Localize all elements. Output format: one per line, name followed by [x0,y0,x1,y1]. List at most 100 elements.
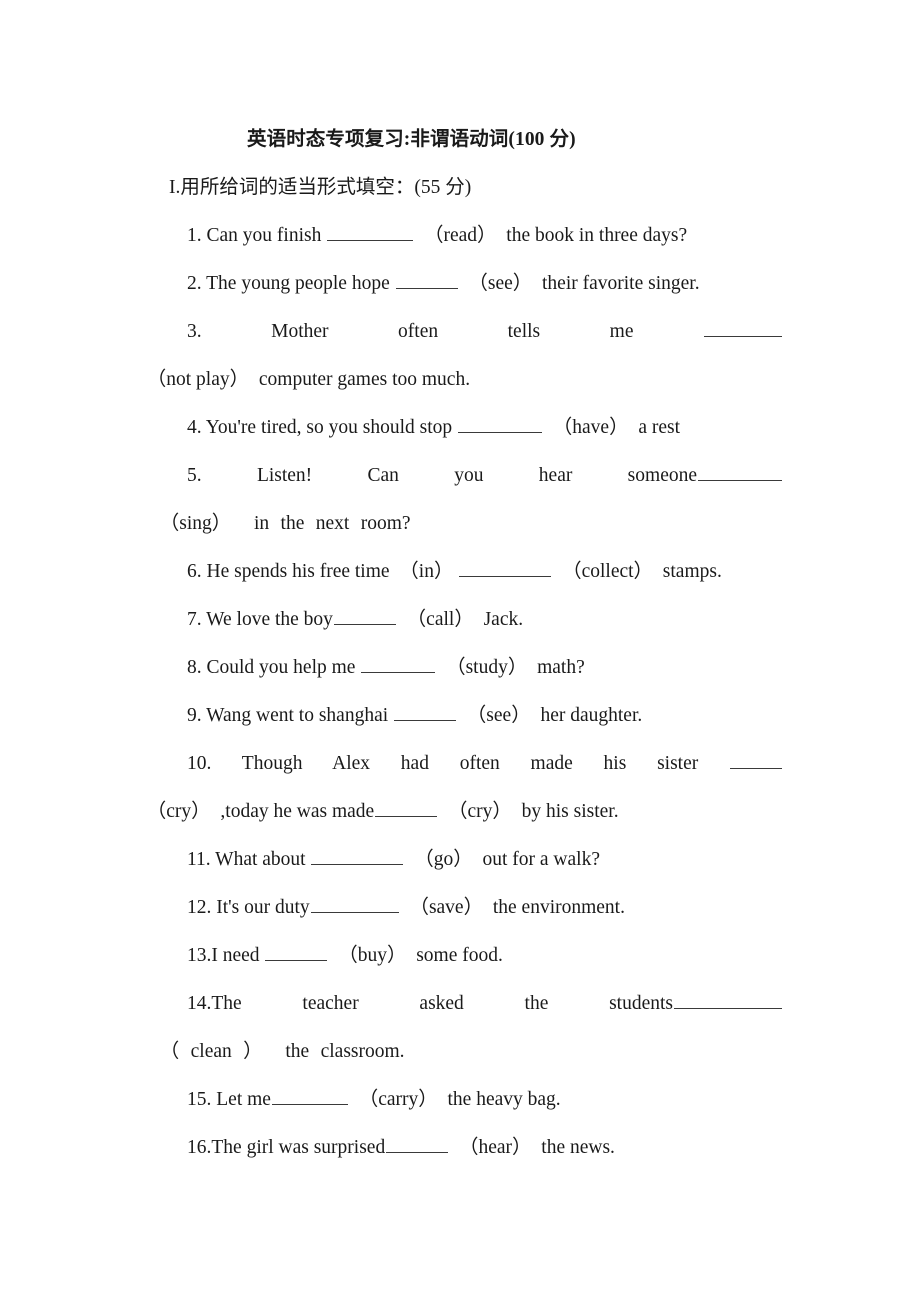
answer-blank[interactable] [704,318,782,337]
exercise-text-after-blank: a rest [628,417,681,438]
verb-cue: （buy） [338,945,407,966]
exercise-number: 8. [187,657,202,678]
exercise-number: 3. [187,321,202,342]
exercise-text-before-blank: Listen! Can you hear someone [201,465,697,486]
verb-cue: （call） [406,609,474,630]
verb-cue: （read） [423,225,497,246]
exercise-number: 13. [187,945,212,966]
exercise-item: 10. Though Alex had often made his siste… [137,740,783,836]
exercise-text-after-blank: out for a walk? [472,849,601,870]
verb-cue: （go） [414,849,473,870]
exercise-text-after-blank: ,today he was made [210,801,375,822]
verb-cue: （sing） [159,513,232,534]
exercise-item: 5. Listen! Can you hear someone （sing） i… [137,452,783,548]
exercise-item: 14.The teacher asked the students （ clea… [137,980,783,1076]
exercise-text-before-blank: The teacher asked the students [211,993,673,1014]
exercise-item: 2. The young people hope （see） their fav… [137,260,783,308]
exercise-number: 1. [187,225,202,246]
exercise-text-after-blank: her daughter. [530,705,643,726]
exercise-text-after-blank: computer games too much. [249,369,471,390]
verb-cue: （have） [552,417,629,438]
exercise-item: 8. Could you help me （study） math? [137,644,783,692]
answer-blank[interactable] [394,702,457,721]
verb-cue: （see） [468,273,533,294]
exercise-number: 14. [187,993,212,1014]
exercise-text-before-blank: Though Alex had often made his sister [211,753,729,774]
exercise-item: 16.The girl was surprised （hear） the new… [137,1124,783,1172]
exercise-text-after-blank: stamps. [653,561,722,582]
answer-blank[interactable] [458,414,543,433]
exercise-text-before-blank: We love the boy [201,609,333,630]
exercise-item: 15. Let me （carry） the heavy bag. [137,1076,783,1124]
verb-cue: （not play） [146,369,250,390]
answer-blank[interactable] [310,894,399,913]
verb-cue: （cry） [146,801,211,822]
answer-blank[interactable] [361,654,436,673]
exercise-text-after-blank: their favorite singer. [532,273,700,294]
exercise-text-before-blank: The young people hope [201,273,395,294]
exercise-text-before-blank: Could you help me [201,657,361,678]
answer-blank[interactable] [265,942,328,961]
exercise-text-after-blank: the environment. [483,897,625,918]
exercise-item: 1. Can you finish （read） the book in thr… [137,212,783,260]
verb-cue: （see） [466,705,531,726]
answer-blank-secondary[interactable] [375,798,438,817]
answer-blank[interactable] [327,222,414,241]
exercise-item: 6. He spends his free time （in） （collect… [137,548,783,596]
exercise-text-after-blank: Jack. [473,609,524,630]
verb-cue: （hear） [458,1137,532,1158]
exercise-text-after-blank: the news. [531,1137,615,1158]
answer-blank[interactable] [333,606,396,625]
exercise-number: 10. [187,753,212,774]
answer-blank[interactable] [395,270,458,289]
answer-blank[interactable] [730,750,782,769]
exercise-text-before-blank: It's our duty [211,897,310,918]
exercise-item: 11. What about （go） out for a walk? [137,836,783,884]
exercise-number: 6. [187,561,202,582]
exercise-item: 13.I need （buy） some food. [137,932,783,980]
section-heading: I.用所给词的适当形式填空：(55 分) [169,177,472,198]
exercise-text-after-blank: the book in three days? [496,225,688,246]
exercise-text-before-blank: I need [211,945,265,966]
exercise-text-before-blank: The girl was surprised [211,1137,386,1158]
exercise-number: 4. [187,417,202,438]
verb-cue: （collect） [562,561,654,582]
exercise-item: 9. Wang went to shanghai （see） her daugh… [137,692,783,740]
exercise-list: 1. Can you finish （read） the book in thr… [137,212,783,1172]
exercise-text-after-blank: the classroom. [262,1041,405,1062]
answer-blank[interactable] [311,846,404,865]
answer-blank[interactable] [271,1086,348,1105]
exercise-text-before-blank: What about [210,849,311,870]
exercise-item: 3. Mother often tells me （not play） comp… [137,308,783,404]
exercise-text-after-blank: the heavy bag. [437,1089,561,1110]
exercise-text-before-blank: He spends his free time （in） [201,561,459,582]
verb-cue: （save） [409,897,484,918]
answer-blank[interactable] [674,990,782,1009]
answer-blank[interactable] [698,462,782,481]
exercise-item: 4. You're tired, so you should stop （hav… [137,404,783,452]
exercise-text-before-blank: You're tired, so you should stop [201,417,458,438]
answer-blank[interactable] [459,558,552,577]
exercise-item: 7. We love the boy （call） Jack. [137,596,783,644]
exercise-number: 11. [187,849,211,870]
exercise-number: 5. [187,465,202,486]
exercise-text-before-blank: Can you finish [201,225,327,246]
document-page: 英语时态专项复习:非谓语动词(100 分) I.用所给词的适当形式填空：(55 … [0,0,920,1302]
answer-blank[interactable] [386,1134,449,1153]
exercise-text-before-blank: Let me [211,1089,271,1110]
exercise-text-after-blank: some food. [406,945,503,966]
